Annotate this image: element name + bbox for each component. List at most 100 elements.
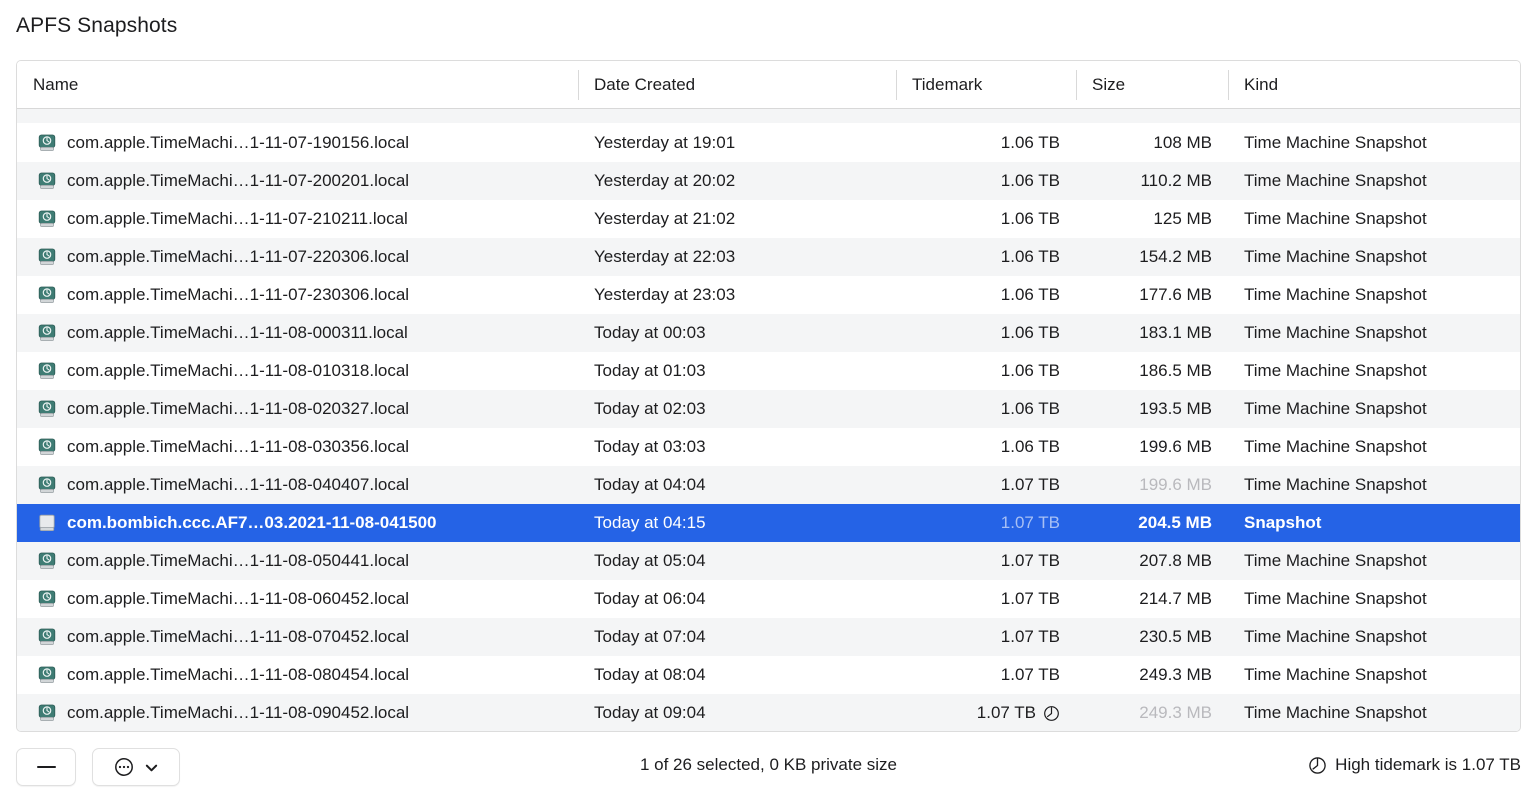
cell-kind: Snapshot	[1244, 513, 1322, 532]
tidemark-value: 1.06 TB	[1000, 209, 1060, 228]
column-header-tidemark[interactable]: Tidemark	[896, 61, 1076, 109]
cell-tidemark: 1.06 TB	[896, 437, 1076, 457]
cell-name: com.apple.TimeMachi…1-11-08-040407.local	[17, 475, 578, 495]
snapshot-name-label: com.apple.TimeMachi…1-11-08-070452.local	[67, 627, 410, 646]
table-row[interactable]: com.apple.TimeMachi…1-11-08-000311.local…	[17, 314, 1520, 352]
footer-toolbar: 1 of 26 selected, 0 KB private size High…	[0, 740, 1537, 799]
tidemark-value: 1.06 TB	[1000, 247, 1060, 266]
snapshot-name-label: com.apple.TimeMachi…1-11-08-050441.local	[67, 551, 410, 570]
cell-kind: Time Machine Snapshot	[1244, 665, 1427, 684]
cell-date-created: Today at 07:04	[594, 627, 706, 646]
cell-size: 214.7 MB	[1139, 589, 1212, 608]
cell-size: 186.5 MB	[1139, 361, 1212, 380]
cell-name: com.apple.TimeMachi…1-11-08-080454.local	[17, 665, 578, 685]
cell-tidemark: 1.06 TB	[896, 399, 1076, 419]
cell-kind: Time Machine Snapshot	[1244, 627, 1427, 646]
cell-tidemark: 1.07 TB	[896, 551, 1076, 571]
table-row[interactable]: com.apple.TimeMachi…1-11-08-050441.local…	[17, 542, 1520, 580]
tidemark-value: 1.07 TB	[1000, 665, 1060, 684]
table-row[interactable]: com.apple.TimeMachi…1-11-08-070452.local…	[17, 618, 1520, 656]
table-row[interactable]: com.apple.TimeMachi…1-11-08-080454.local…	[17, 656, 1520, 694]
snapshot-name-label: com.bombich.ccc.AF7…03.2021-11-08-041500	[67, 513, 437, 532]
cell-date-created: Today at 06:04	[594, 589, 706, 608]
table-row[interactable]: com.apple.TimeMachi…1-11-07-210211.local…	[17, 200, 1520, 238]
table-row[interactable]: com.apple.TimeMachi…1-11-07-230306.local…	[17, 276, 1520, 314]
time-machine-disk-icon	[37, 399, 57, 419]
time-machine-disk-icon	[37, 361, 57, 381]
cell-tidemark: 1.06 TB	[896, 171, 1076, 191]
table-row[interactable]: com.apple.TimeMachi…1-11-08-020327.local…	[17, 390, 1520, 428]
cell-name: com.apple.TimeMachi…1-11-08-060452.local	[17, 589, 578, 609]
tidemark-value: 1.07 TB	[1000, 589, 1060, 608]
table-row-partial-clipped[interactable]	[17, 109, 1520, 124]
cell-name: com.apple.TimeMachi…1-11-07-230306.local	[17, 285, 578, 305]
cell-date-created: Today at 02:03	[594, 399, 706, 418]
table-body[interactable]: com.apple.TimeMachi…1-11-07-190156.local…	[17, 109, 1520, 731]
time-machine-disk-icon	[37, 171, 57, 191]
snapshot-name-label: com.apple.TimeMachi…1-11-08-010318.local	[67, 361, 410, 380]
cell-name: com.bombich.ccc.AF7…03.2021-11-08-041500	[17, 513, 578, 533]
table-row[interactable]: com.apple.TimeMachi…1-11-07-200201.local…	[17, 162, 1520, 200]
selection-status-text: 1 of 26 selected, 0 KB private size	[639, 755, 898, 774]
snapshot-name-label: com.apple.TimeMachi…1-11-08-080454.local	[67, 665, 410, 684]
cell-kind: Time Machine Snapshot	[1244, 703, 1427, 722]
table-row[interactable]: com.apple.TimeMachi…1-11-08-010318.local…	[17, 352, 1520, 390]
time-machine-disk-icon	[37, 627, 57, 647]
time-machine-disk-icon	[37, 285, 57, 305]
apfs-snapshots-panel: APFS Snapshots Name Date Created Tidemar…	[0, 0, 1537, 799]
cell-tidemark: 1.07 TB	[896, 627, 1076, 647]
cell-kind: Time Machine Snapshot	[1244, 361, 1427, 380]
cell-kind: Time Machine Snapshot	[1244, 589, 1427, 608]
tidemark-value: 1.06 TB	[1000, 437, 1060, 456]
cell-date-created: Yesterday at 21:02	[594, 209, 736, 228]
cell-kind: Time Machine Snapshot	[1244, 323, 1427, 342]
table-row[interactable]: com.apple.TimeMachi…1-11-08-090452.local…	[17, 694, 1520, 731]
cell-name: com.apple.TimeMachi…1-11-08-090452.local	[17, 703, 578, 723]
cell-date-created: Yesterday at 23:03	[594, 285, 736, 304]
tidemark-value: 1.06 TB	[1000, 361, 1060, 380]
cell-size: 193.5 MB	[1139, 399, 1212, 418]
cell-tidemark: 1.06 TB	[896, 209, 1076, 229]
table-row[interactable]: com.apple.TimeMachi…1-11-08-040407.local…	[17, 466, 1520, 504]
cell-kind: Time Machine Snapshot	[1244, 437, 1427, 456]
cell-kind: Time Machine Snapshot	[1244, 285, 1427, 304]
time-machine-disk-icon	[37, 475, 57, 495]
cell-name: com.apple.TimeMachi…1-11-07-190156.local	[17, 133, 578, 153]
snapshot-name-label: com.apple.TimeMachi…1-11-08-030356.local	[67, 437, 410, 456]
cell-date-created: Today at 04:04	[594, 475, 706, 494]
cell-size: 108 MB	[1153, 133, 1212, 152]
snapshot-name-label: com.apple.TimeMachi…1-11-07-200201.local	[67, 171, 410, 190]
page-title: APFS Snapshots	[16, 14, 178, 37]
table-row[interactable]: com.apple.TimeMachi…1-11-08-030356.local…	[17, 428, 1520, 466]
cell-kind: Time Machine Snapshot	[1244, 551, 1427, 570]
cell-size: 249.3 MB	[1139, 665, 1212, 684]
column-header-name[interactable]: Name	[17, 61, 578, 109]
table-row[interactable]: com.apple.TimeMachi…1-11-07-190156.local…	[17, 124, 1520, 162]
cell-name: com.apple.TimeMachi…1-11-08-070452.local	[17, 627, 578, 647]
table-row[interactable]: com.bombich.ccc.AF7…03.2021-11-08-041500…	[17, 504, 1520, 542]
high-tidemark-status: High tidemark is 1.07 TB	[1308, 755, 1521, 775]
column-header-kind[interactable]: Kind	[1228, 61, 1520, 109]
table-row[interactable]: com.apple.TimeMachi…1-11-08-060452.local…	[17, 580, 1520, 618]
cell-date-created: Today at 05:04	[594, 551, 706, 570]
cell-kind: Time Machine Snapshot	[1244, 247, 1427, 266]
time-machine-disk-icon	[37, 247, 57, 267]
cell-date-created: Today at 00:03	[594, 323, 706, 342]
cell-size: 177.6 MB	[1139, 285, 1212, 304]
snapshot-name-label: com.apple.TimeMachi…1-11-08-090452.local	[67, 703, 410, 722]
cell-size: 207.8 MB	[1139, 551, 1212, 570]
cell-kind: Time Machine Snapshot	[1244, 133, 1427, 152]
time-machine-disk-icon	[37, 703, 57, 723]
cell-tidemark: 1.07 TB	[896, 513, 1076, 533]
clock-icon	[1308, 756, 1327, 775]
cell-size: 154.2 MB	[1139, 247, 1212, 266]
cell-name: com.apple.TimeMachi…1-11-08-000311.local	[17, 323, 578, 343]
column-header-date-created[interactable]: Date Created	[578, 61, 896, 109]
table-row[interactable]: com.apple.TimeMachi…1-11-07-220306.local…	[17, 238, 1520, 276]
tidemark-value: 1.06 TB	[1000, 171, 1060, 190]
cell-name: com.apple.TimeMachi…1-11-08-010318.local	[17, 361, 578, 381]
cell-name: com.apple.TimeMachi…1-11-08-050441.local	[17, 551, 578, 571]
column-header-size[interactable]: Size	[1076, 61, 1228, 109]
cell-kind: Time Machine Snapshot	[1244, 399, 1427, 418]
time-machine-disk-icon	[37, 551, 57, 571]
